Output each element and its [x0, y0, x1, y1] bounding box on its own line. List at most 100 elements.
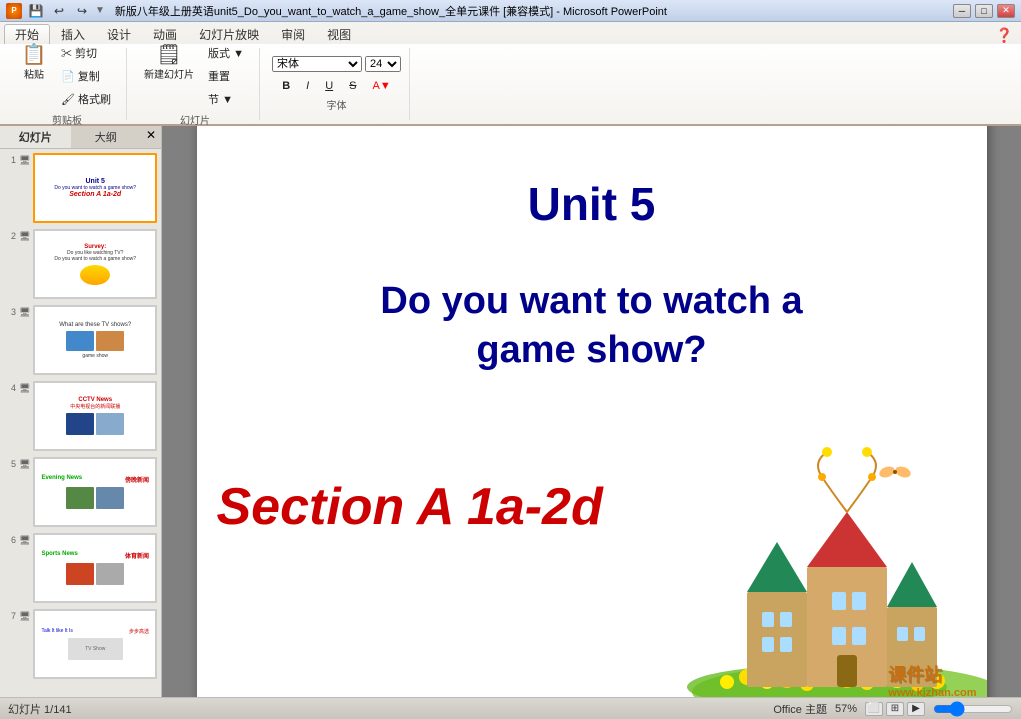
slide-number-6: 6 — [4, 533, 16, 545]
thumb7-title: Talk It like It Is — [41, 628, 72, 635]
italic-btn[interactable]: I — [299, 77, 316, 95]
slide-number-7: 7 — [4, 609, 16, 621]
thumb-box-3[interactable]: What are these TV shows? game show — [33, 305, 157, 375]
slide-icon-7: 🖥 — [19, 609, 30, 622]
copy-btn[interactable]: 📄 复制 — [54, 65, 118, 87]
quick-save-btn[interactable]: 💾 — [26, 2, 46, 20]
section-btn[interactable]: 节 ▼ — [201, 88, 251, 110]
font-family-select[interactable]: 宋体 — [272, 56, 362, 72]
view-buttons: ⬜ ⊞ ▶ — [865, 702, 925, 716]
slide-count: 幻灯片 1/141 — [8, 701, 72, 717]
font-color-btn[interactable]: A▼ — [366, 77, 398, 95]
thumb-box-4[interactable]: CCTV News 中央电视台的新闻联播 — [33, 381, 157, 451]
thumb-box-2[interactable]: Survey: Do you like watching TV?Do you w… — [33, 229, 157, 299]
window-title: 新版八年级上册英语unit5_Do_you_want_to_watch_a_ga… — [115, 3, 667, 19]
app-logo: P — [6, 3, 22, 19]
paste-btn[interactable]: 📋 粘贴 — [16, 42, 52, 110]
slide-number-3: 3 — [4, 305, 16, 317]
slides-panel: 幻灯片 大纲 ✕ 1 🖥 Unit 5 Do you want to watch… — [0, 126, 162, 697]
slide-thumb-4[interactable]: 4 🖥 CCTV News 中央电视台的新闻联播 — [4, 381, 157, 451]
paste-label: 粘贴 — [24, 66, 44, 81]
thumb-content-3: What are these TV shows? game show — [35, 307, 155, 373]
slideshow-btn[interactable]: ▶ — [907, 702, 925, 716]
quick-redo-btn[interactable]: ↪ — [72, 2, 92, 20]
underline-btn[interactable]: U — [318, 77, 340, 95]
slide-thumb-7[interactable]: 7 🖥 Talk It like It Is 步步高选 TV Show — [4, 609, 157, 679]
thumb5-imgs — [66, 487, 124, 509]
slide-icon-1: 🖥 — [19, 153, 30, 166]
maximize-btn[interactable]: □ — [975, 4, 993, 18]
strikethrough-btn[interactable]: S — [342, 77, 363, 95]
bold-btn[interactable]: B — [275, 77, 297, 95]
thumb4-imgs — [66, 413, 124, 435]
slide-thumb-2[interactable]: 2 🖥 Survey: Do you like watching TV?Do y… — [4, 229, 157, 299]
thumb5-title: Evening News — [41, 475, 82, 484]
slides-label: 幻灯片 — [180, 112, 210, 127]
watermark: 课件站 www.kjzhan.com — [888, 661, 976, 698]
normal-view-btn[interactable]: ⬜ — [865, 702, 883, 716]
window-controls: ─ □ ✕ — [953, 4, 1015, 18]
ribbon: 开始 插入 设计 动画 幻灯片放映 审阅 视图 ❓ 📋 粘贴 ✂ 剪切 📄 复制… — [0, 22, 1021, 126]
tab-review[interactable]: 审阅 — [270, 24, 316, 44]
cut-btn[interactable]: ✂ 剪切 — [54, 42, 118, 64]
thumb6-sub: 体育新闻 — [125, 551, 149, 560]
format-painter-btn[interactable]: 🖌 格式刷 — [54, 88, 118, 110]
slide-icon-2: 🖥 — [19, 229, 30, 242]
layout-btn[interactable]: 版式 ▼ — [201, 42, 251, 64]
slide-sorter-btn[interactable]: ⊞ — [886, 702, 904, 716]
clipboard-label: 剪贴板 — [52, 112, 82, 127]
slide-main-title: Unit 5 — [197, 177, 987, 231]
thumb3-imgs — [66, 331, 124, 351]
thumb5-sub: 傍晚新闻 — [125, 475, 149, 484]
tab-view[interactable]: 视图 — [316, 24, 362, 44]
main-area: 幻灯片 大纲 ✕ 1 🖥 Unit 5 Do you want to watch… — [0, 126, 1021, 697]
slide-icon-6: 🖥 — [19, 533, 30, 546]
thumb-content-2: Survey: Do you like watching TV?Do you w… — [35, 231, 155, 297]
slide-icon-3: 🖥 — [19, 305, 30, 318]
ribbon-content: 📋 粘贴 ✂ 剪切 📄 复制 🖌 格式刷 剪贴板 🗒 新建幻灯片 版式 ▼ — [0, 44, 1021, 124]
thumb-content-6: Sports News 体育新闻 — [35, 535, 155, 601]
watermark-url: www.kjzhan.com — [888, 687, 976, 698]
font-size-select[interactable]: 24 — [365, 56, 401, 72]
slide-thumb-5[interactable]: 5 🖥 Evening News 傍晚新闻 — [4, 457, 157, 527]
thumb-box-1[interactable]: Unit 5 Do you want to watch a game show?… — [33, 153, 157, 223]
new-slide-btn[interactable]: 🗒 新建幻灯片 — [139, 42, 199, 110]
slide-canvas-area: Unit 5 Do you want to watch agame show? … — [162, 126, 1021, 697]
slide-number-2: 2 — [4, 229, 16, 241]
thumb2-text: Do you like watching TV?Do you want to w… — [54, 250, 136, 262]
status-theme: Office 主题 — [773, 701, 827, 717]
slide-thumb-6[interactable]: 6 🖥 Sports News 体育新闻 — [4, 533, 157, 603]
minimize-btn[interactable]: ─ — [953, 4, 971, 18]
thumb1-title: Unit 5 — [85, 178, 104, 185]
thumb-box-5[interactable]: Evening News 傍晚新闻 — [33, 457, 157, 527]
thumb-content-1: Unit 5 Do you want to watch a game show?… — [35, 155, 155, 221]
status-right: Office 主题 57% ⬜ ⊞ ▶ — [773, 701, 1013, 717]
slides-list: 1 🖥 Unit 5 Do you want to watch a game s… — [0, 149, 161, 697]
font-group: 宋体 24 B I U S A▼ 字体 — [264, 48, 410, 120]
thumb-box-6[interactable]: Sports News 体育新闻 — [33, 533, 157, 603]
thumb1-section: Section A 1a-2d — [69, 191, 121, 198]
panel-tab-outline[interactable]: 大纲 — [71, 126, 142, 148]
panel-tabs: 幻灯片 大纲 ✕ — [0, 126, 161, 149]
thumb-content-7: Talk It like It Is 步步高选 TV Show — [35, 611, 155, 677]
thumb3-title: What are these TV shows? — [59, 322, 131, 328]
new-slide-icon: 🗒 — [156, 45, 181, 65]
status-bar: 幻灯片 1/141 Office 主题 57% ⬜ ⊞ ▶ — [0, 697, 1021, 719]
panel-close-btn[interactable]: ✕ — [141, 126, 161, 148]
quick-undo-btn[interactable]: ↩ — [49, 2, 69, 20]
slide-number-4: 4 — [4, 381, 16, 393]
castle-decoration — [647, 437, 987, 698]
slide-thumb-3[interactable]: 3 🖥 What are these TV shows? game show — [4, 305, 157, 375]
thumb6-title: Sports News — [41, 551, 77, 560]
slide-thumb-1[interactable]: 1 🖥 Unit 5 Do you want to watch a game s… — [4, 153, 157, 223]
panel-tab-slides[interactable]: 幻灯片 — [0, 126, 71, 148]
paste-icon: 📋 — [22, 45, 47, 65]
title-bar-left: P 💾 ↩ ↪ ▼ 新版八年级上册英语unit5_Do_you_want_to_… — [6, 2, 667, 20]
zoom-slider[interactable] — [933, 701, 1013, 717]
close-btn[interactable]: ✕ — [997, 4, 1015, 18]
help-icon[interactable]: ❓ — [996, 27, 1013, 44]
reset-btn[interactable]: 重置 — [201, 65, 251, 87]
thumb-box-7[interactable]: Talk It like It Is 步步高选 TV Show — [33, 609, 157, 679]
thumb4-sub: 中央电视台的新闻联播 — [70, 403, 120, 410]
watermark-site: 课件站 — [888, 661, 976, 687]
